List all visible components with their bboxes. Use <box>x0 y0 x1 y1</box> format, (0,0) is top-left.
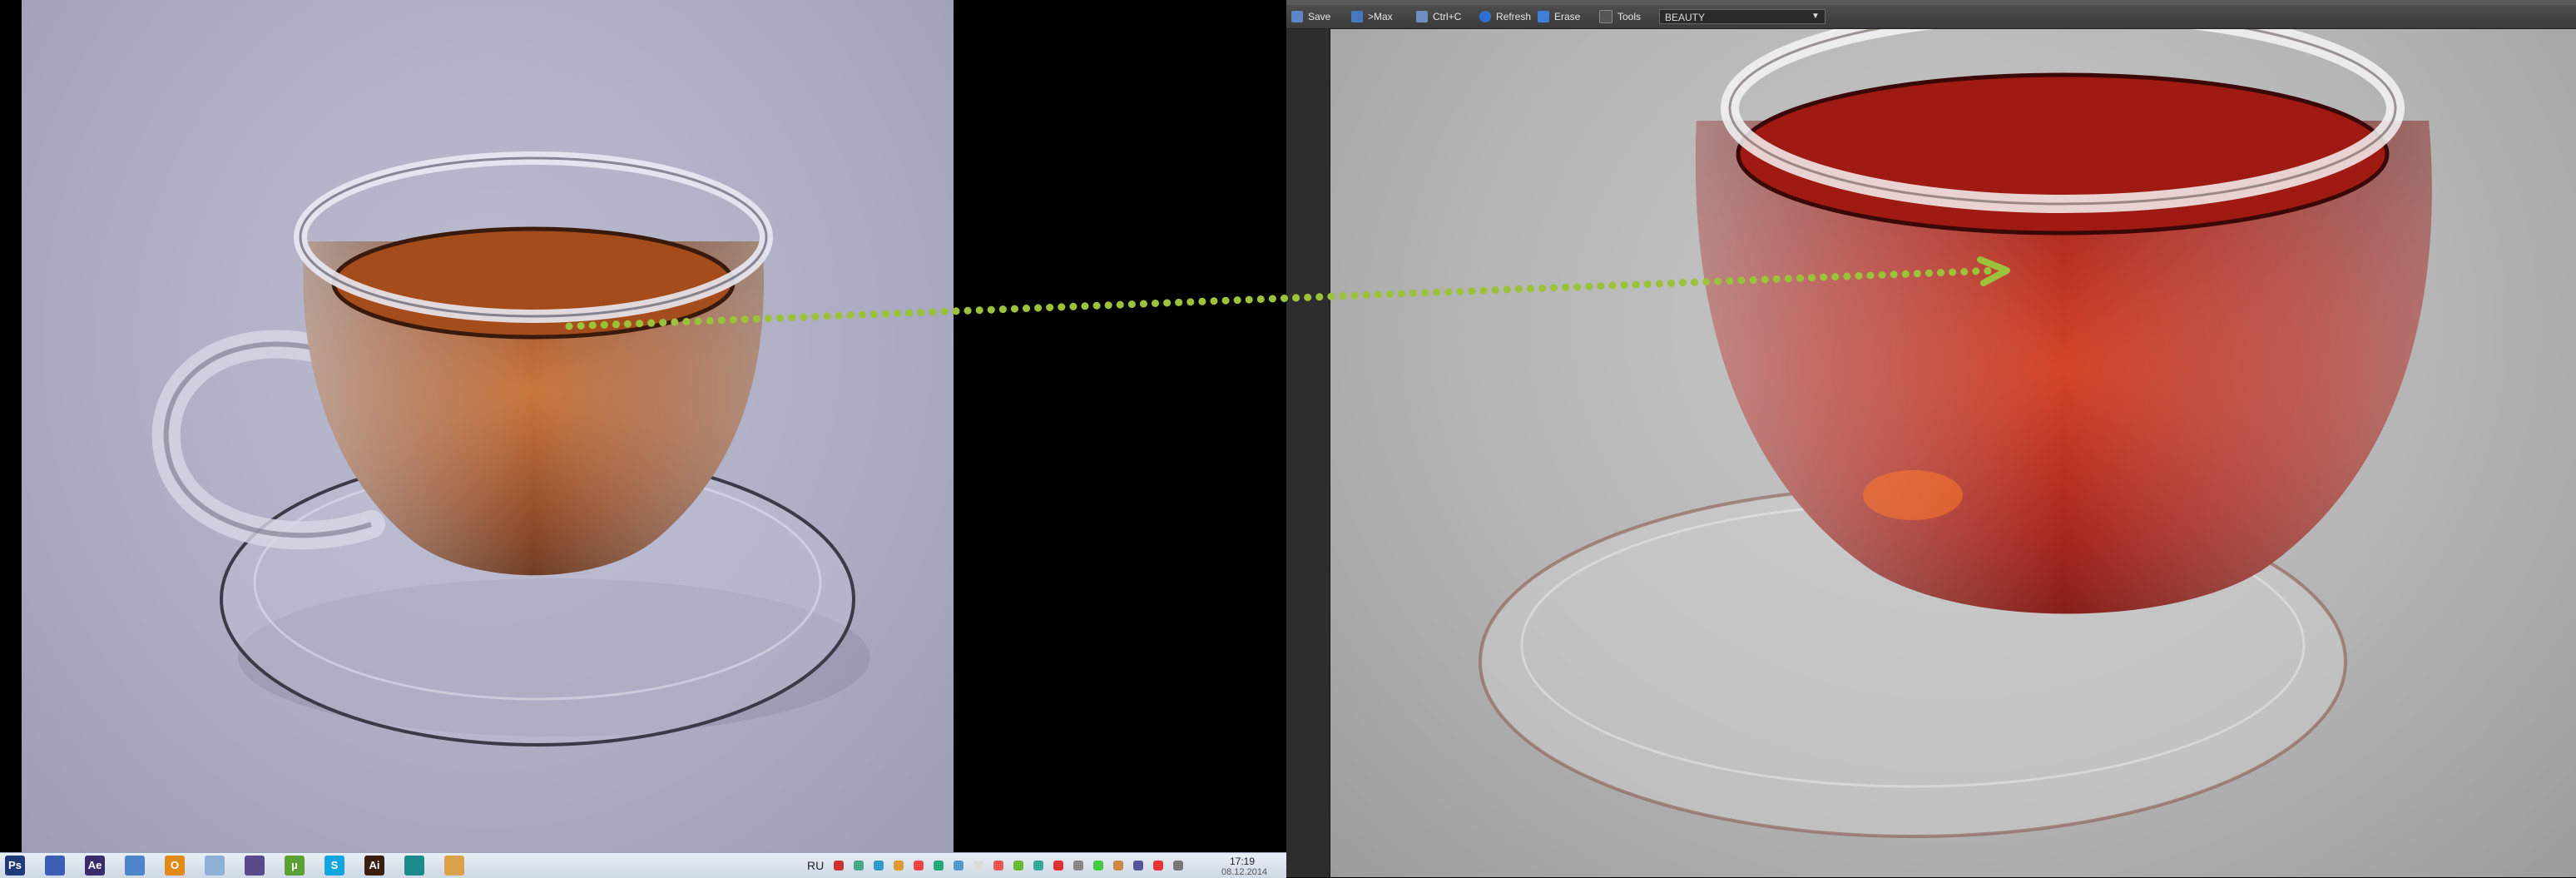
after-effects-icon[interactable]: Ae <box>85 856 105 876</box>
tray-icon[interactable] <box>834 861 844 871</box>
chevron-down-icon[interactable]: ▼ <box>1806 9 1825 24</box>
clock-date[interactable]: 08.12.2014 <box>1221 867 1267 877</box>
export-icon <box>1351 11 1363 22</box>
windows-taskbar: Ps Ae Oµ S Ai RU 17:19 08.12.2014 <box>0 852 1286 878</box>
tray-icon[interactable] <box>1153 861 1163 871</box>
copy-button[interactable]: Ctrl+C <box>1416 8 1461 25</box>
tray-icon[interactable] <box>1173 861 1183 871</box>
skype-icon[interactable]: S <box>324 856 344 876</box>
refresh-button[interactable]: Refresh <box>1479 8 1531 25</box>
explorer-icon[interactable] <box>125 856 145 876</box>
tools-button[interactable]: Tools <box>1599 8 1641 25</box>
viewport-render-preview <box>22 0 954 852</box>
teacup-render-right <box>1479 29 2432 838</box>
tray-icon[interactable] <box>1033 861 1043 871</box>
tray-icon[interactable] <box>1093 861 1103 871</box>
max-button[interactable]: >Max <box>1351 8 1393 25</box>
right-monitor: Save >Max Ctrl+C Refresh Erase Tools BEA… <box>1286 0 2576 877</box>
tray-icon[interactable] <box>1053 861 1063 871</box>
utorrent-icon[interactable]: µ <box>285 856 305 876</box>
floppy-icon <box>1291 11 1303 22</box>
image-viewer-icon[interactable] <box>205 856 225 876</box>
tray-icon[interactable] <box>874 861 884 871</box>
tray-icon[interactable] <box>1073 861 1083 871</box>
eraser-icon <box>1538 11 1549 22</box>
tray-icon[interactable] <box>993 861 1003 871</box>
tray-icon[interactable] <box>973 861 983 871</box>
3dsmax-icon[interactable] <box>404 856 424 876</box>
save-button[interactable]: Save <box>1291 8 1330 25</box>
copy-icon <box>1416 11 1428 22</box>
save-disk-icon[interactable] <box>45 856 65 876</box>
clock-time[interactable]: 17:19 <box>1230 856 1255 867</box>
tray-icon[interactable] <box>1133 861 1143 871</box>
refresh-icon <box>1479 11 1491 22</box>
tray-icon[interactable] <box>1013 861 1023 871</box>
language-indicator[interactable]: RU <box>807 859 824 872</box>
erase-button[interactable]: Erase <box>1538 8 1580 25</box>
frame-buffer-toolbar: Save >Max Ctrl+C Refresh Erase Tools BEA… <box>1286 5 2576 29</box>
teapot-app-icon[interactable] <box>444 856 464 876</box>
teacup-render-left <box>151 151 870 747</box>
tray-icon[interactable] <box>954 861 964 871</box>
tray-icon[interactable] <box>854 861 864 871</box>
render-pass-dropdown[interactable]: BEAUTY <box>1659 9 1825 24</box>
outlook-icon[interactable]: O <box>165 856 185 876</box>
left-side-panel <box>1286 29 1330 877</box>
render-result-view <box>1330 29 2576 877</box>
tray-icon[interactable] <box>914 861 924 871</box>
photoshop-icon[interactable]: Ps <box>5 856 25 876</box>
tray-icon[interactable] <box>1113 861 1123 871</box>
left-monitor: Ps Ae Oµ S Ai RU 17:19 08.12.2014 <box>0 0 1286 878</box>
visual-studio-icon[interactable] <box>245 856 265 876</box>
tray-icon[interactable] <box>934 861 944 871</box>
illustrator-icon[interactable]: Ai <box>364 856 384 876</box>
tray-icon[interactable] <box>894 861 904 871</box>
tools-icon <box>1599 10 1612 23</box>
